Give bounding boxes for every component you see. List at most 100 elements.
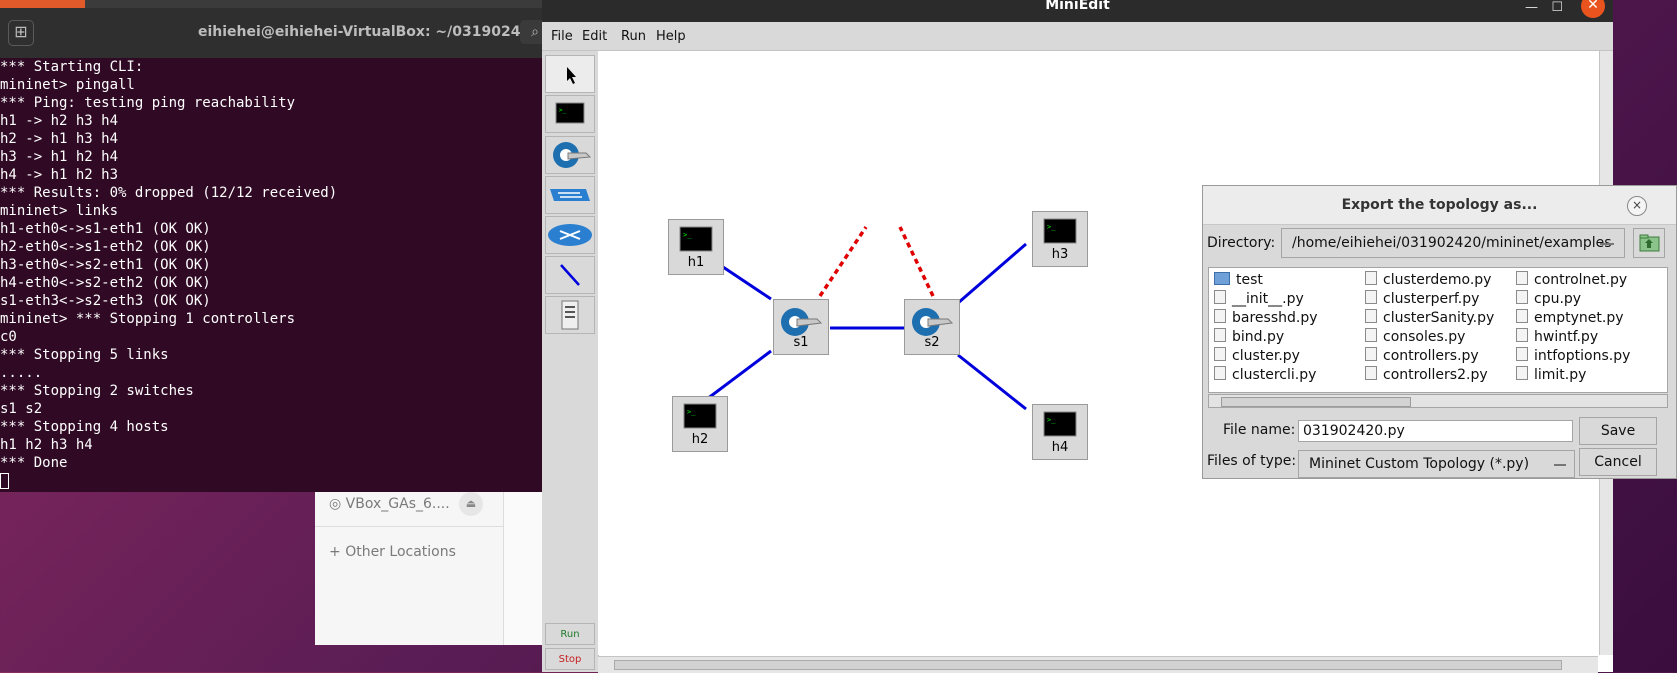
list-item[interactable]: clusterSanity.py [1365,309,1494,327]
horizontal-scrollbar[interactable] [598,656,1598,673]
menu-edit[interactable]: Edit [582,29,607,44]
host-icon: >_ [555,102,585,124]
window-titlebar: MiniEdit [542,0,1613,22]
file-list-scrollbar[interactable] [1208,394,1668,408]
link-s2-h3[interactable] [957,242,1027,305]
file-type-select[interactable]: Mininet Custom Topology (*.py) [1298,450,1575,478]
terminal-line: h4-eth0<->s2-eth2 (OK OK) [0,275,211,291]
terminal-output[interactable]: *** Starting CLI: mininet> pingall *** P… [0,58,542,492]
controller-icon [561,300,579,330]
terminal-line: h1-eth0<->s1-eth1 (OK OK) [0,221,211,237]
file-name: consoles.py [1383,329,1466,345]
scrollbar-thumb[interactable] [1221,397,1411,407]
list-item[interactable]: __init__.py [1214,290,1304,308]
list-item[interactable]: controllers2.py [1365,366,1488,384]
file-name: limit.py [1534,367,1587,383]
file-name: baresshd.py [1232,310,1318,326]
node-s1[interactable]: s1 [773,299,829,355]
scrollbar-thumb[interactable] [614,660,1562,670]
list-item[interactable]: controlnet.py [1516,271,1627,289]
file-name: clusterperf.py [1383,291,1480,307]
run-button[interactable]: Run [545,623,595,645]
svg-text:>_: >_ [1047,223,1056,231]
list-item[interactable]: consoles.py [1365,328,1465,346]
directory-label: Directory: [1207,235,1276,251]
menu-bar: File Edit Run Help [542,22,1613,51]
list-item[interactable]: clusterperf.py [1365,290,1479,308]
svg-text:>_: >_ [683,231,692,239]
terminal-line: mininet> *** Stopping 1 controllers [0,311,296,327]
node-label: h4 [1051,440,1069,455]
host-icon: >_ [683,403,717,429]
terminal-line: h1 h2 h3 h4 [0,437,93,453]
minimize-icon[interactable]: — [1525,0,1538,15]
node-h1[interactable]: >_ h1 [668,219,724,275]
new-tab-icon[interactable]: ⊞ [8,20,34,46]
file-icon [1214,366,1226,380]
controller-tool-switch[interactable] [545,136,595,174]
link-tool[interactable] [545,256,595,294]
stop-button[interactable]: Stop [545,648,595,670]
file-name: bind.py [1232,329,1285,345]
folder-up-button[interactable] [1633,228,1665,258]
menu-help[interactable]: Help [656,29,686,44]
svg-text:>_: >_ [687,408,696,416]
list-item[interactable]: clusterdemo.py [1365,271,1491,289]
menu-run[interactable]: Run [621,29,646,44]
list-item[interactable]: limit.py [1516,366,1586,384]
terminal-line: h3-eth0<->s2-eth1 (OK OK) [0,257,211,273]
node-s2[interactable]: s2 [904,299,960,355]
list-item[interactable]: cluster.py [1214,347,1300,365]
node-h4[interactable]: >_ h4 [1032,404,1088,460]
node-label: h1 [687,255,705,270]
legacy-router-tool[interactable] [545,216,595,254]
terminal-line: *** Stopping 2 switches [0,383,194,399]
close-icon[interactable]: × [1627,196,1647,216]
cancel-button[interactable]: Cancel [1579,448,1657,476]
list-item[interactable]: bind.py [1214,328,1284,346]
file-name-label: File name: [1223,422,1296,438]
terminal-line: h3 -> h1 h2 h4 [0,149,119,165]
file-name: clusterdemo.py [1383,272,1492,288]
file-icon [1214,290,1226,304]
menu-file[interactable]: File [551,29,573,44]
sidebar-item-vbox[interactable]: ◎ VBox_GAs_6.... [329,496,450,512]
sidebar-item-label: VBox_GAs_6.... [345,496,450,512]
eject-icon[interactable]: ⏏ [459,492,483,516]
terminal-line: mininet> pingall [0,77,135,93]
file-icon [1516,347,1528,361]
link-s2-h4[interactable] [957,353,1027,411]
host-tool[interactable]: >_ [545,95,595,133]
control-link-c0-s2[interactable] [898,226,935,297]
terminal-line: *** Results: 0% dropped (12/12 received) [0,185,338,201]
node-h3[interactable]: >_ h3 [1032,211,1088,267]
svg-text:>_: >_ [559,107,567,114]
select-tool[interactable] [545,55,595,93]
terminal-line: h4 -> h1 h2 h3 [0,167,119,183]
list-item[interactable]: hwintf.py [1516,328,1598,346]
sidebar-item-other-locations[interactable]: + Other Locations [329,544,456,560]
file-name: test [1236,272,1263,288]
maximize-icon[interactable]: ☐ [1551,0,1563,15]
file-type-label: Files of type: [1207,453,1297,469]
save-button[interactable]: Save [1579,417,1657,445]
list-item[interactable]: emptynet.py [1516,309,1624,327]
control-link-c0-s1[interactable] [818,226,868,297]
terminal-line: *** Done [0,455,68,471]
list-item[interactable]: cpu.py [1516,290,1581,308]
file-name-input[interactable] [1298,420,1573,442]
node-label: h3 [1051,247,1069,262]
node-h2[interactable]: >_ h2 [672,396,728,452]
file-list[interactable]: test __init__.py baresshd.py bind.py clu… [1208,267,1668,393]
export-dialog: Export the topology as... × Directory: /… [1202,185,1677,479]
list-item[interactable]: clustercli.py [1214,366,1316,384]
list-item[interactable]: test [1214,271,1263,289]
switch-icon [550,189,590,201]
controller-tool[interactable] [545,296,595,334]
list-item[interactable]: baresshd.py [1214,309,1318,327]
list-item[interactable]: controllers.py [1365,347,1479,365]
file-name: cpu.py [1534,291,1582,307]
legacy-switch-tool[interactable] [545,176,595,214]
directory-select[interactable]: /home/eihiehei/031902420/mininet/example… [1281,228,1625,258]
list-item[interactable]: intfoptions.py [1516,347,1630,365]
